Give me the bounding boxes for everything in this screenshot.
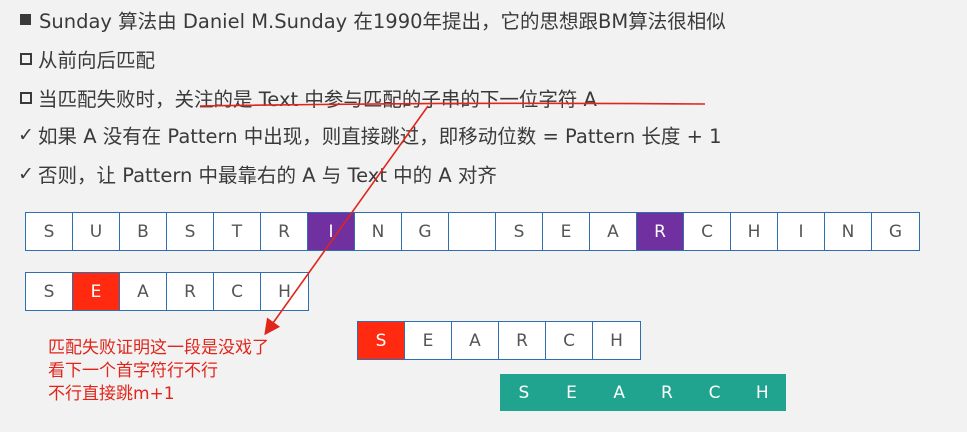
underline-curve — [199, 102, 706, 107]
annotation-overlay — [199, 102, 706, 336]
pointer-arrow — [264, 105, 429, 336]
